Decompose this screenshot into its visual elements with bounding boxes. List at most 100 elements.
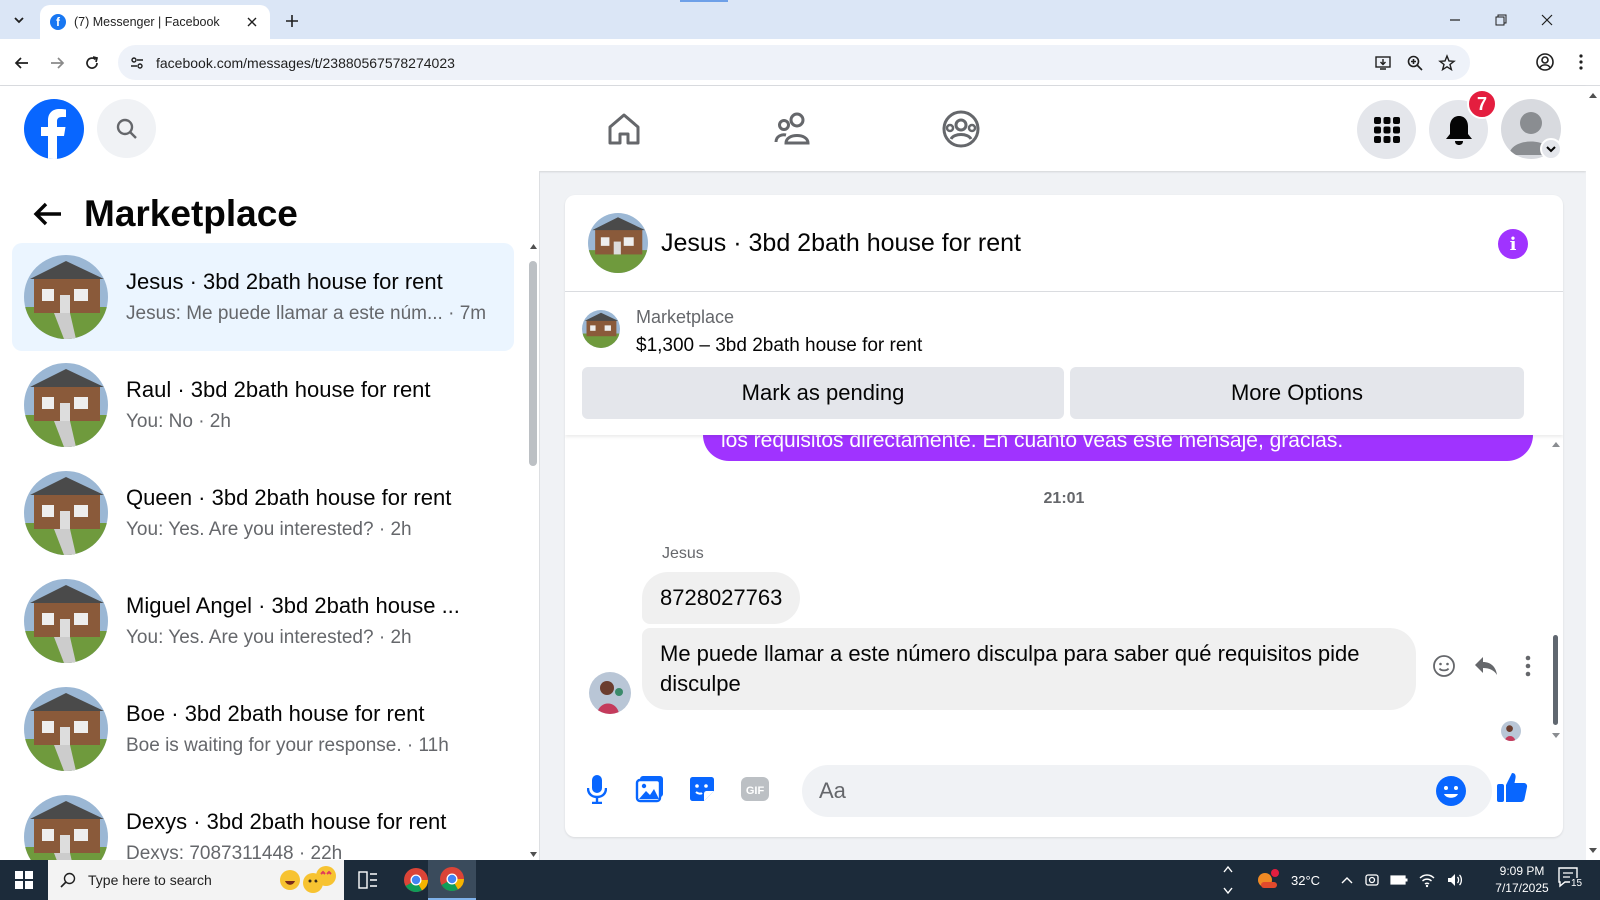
received-message-bubble[interactable]: 8728027763 bbox=[642, 572, 801, 624]
conversation-preview: You: No bbox=[126, 411, 193, 432]
zoom-icon[interactable] bbox=[1404, 52, 1426, 74]
windows-taskbar: Type here to search 32°C 9:09 PM 7/17/20… bbox=[0, 860, 1600, 900]
clock-time: 9:09 PM bbox=[1499, 864, 1545, 878]
conversation-item[interactable]: Dexys · 3bd 2bath house for rent Dexys: … bbox=[12, 783, 514, 860]
received-message-bubble[interactable]: Me puede llamar a este número disculpa p… bbox=[642, 628, 1416, 710]
menu-grid-button[interactable] bbox=[1357, 100, 1416, 159]
reload-button[interactable] bbox=[79, 50, 105, 76]
conversation-name: Boe · 3bd 2bath house for rent bbox=[126, 701, 425, 726]
reply-icon[interactable] bbox=[1473, 653, 1499, 679]
groups-icon[interactable] bbox=[937, 105, 985, 153]
emoji-picker-icon[interactable] bbox=[1435, 775, 1467, 807]
weather-widget[interactable]: 32°C bbox=[1255, 860, 1320, 900]
tab-title: (7) Messenger | Facebook bbox=[74, 15, 220, 29]
battery-icon[interactable] bbox=[1390, 873, 1408, 887]
house-listing-thumbnail bbox=[24, 363, 108, 447]
facebook-search-button[interactable] bbox=[97, 99, 156, 158]
sender-avatar[interactable] bbox=[589, 672, 631, 714]
conversation-info-icon[interactable]: i bbox=[1498, 229, 1528, 259]
back-button[interactable] bbox=[9, 50, 35, 76]
conversation-item[interactable]: Raul · 3bd 2bath house for rent You: No … bbox=[12, 351, 514, 459]
forward-button[interactable] bbox=[44, 50, 70, 76]
show-hidden-icons-icon[interactable] bbox=[1340, 873, 1354, 887]
new-tab-button[interactable] bbox=[280, 9, 304, 33]
search-icon bbox=[60, 872, 76, 888]
address-bar[interactable]: facebook.com/messages/t/2388056757827402… bbox=[118, 45, 1470, 80]
house-listing-thumbnail bbox=[24, 255, 108, 339]
conversation-item[interactable]: Jesus · 3bd 2bath house for rent Jesus: … bbox=[12, 243, 514, 351]
more-actions-icon[interactable] bbox=[1515, 653, 1541, 679]
back-arrow-icon[interactable] bbox=[28, 194, 68, 234]
gif-icon[interactable]: GIF bbox=[738, 772, 772, 806]
sent-message-bubble[interactable]: los requisitos directamente. En cuanto v… bbox=[703, 435, 1533, 461]
bookmark-star-icon[interactable] bbox=[1436, 52, 1458, 74]
taskbar-overflow-arrows-icon[interactable] bbox=[1222, 862, 1234, 898]
home-icon[interactable] bbox=[600, 105, 648, 153]
site-info-icon[interactable] bbox=[124, 50, 150, 76]
chat-header: Jesus · 3bd 2bath house for rent i bbox=[565, 195, 1563, 292]
chat-title[interactable]: Jesus · 3bd 2bath house for rent bbox=[661, 229, 1021, 258]
sticker-icon[interactable] bbox=[685, 772, 719, 806]
conversation-preview: Jesus: Me puede llamar a este núm... bbox=[126, 303, 443, 324]
house-listing-thumbnail bbox=[24, 687, 108, 771]
conversation-name: Miguel Angel · 3bd 2bath house ... bbox=[126, 593, 460, 618]
notification-center-count: 15 bbox=[1570, 878, 1584, 889]
message-composer: GIF bbox=[565, 745, 1563, 837]
clock-date: 7/17/2025 bbox=[1495, 881, 1549, 895]
thumbs-up-like-icon[interactable] bbox=[1495, 770, 1529, 804]
conversation-preview: Dexys: 7087311448 bbox=[126, 843, 294, 860]
sidebar-scrollbar-thumb[interactable] bbox=[529, 261, 537, 466]
tab-search-button[interactable] bbox=[6, 8, 32, 32]
taskbar-search-box[interactable]: Type here to search bbox=[48, 860, 344, 900]
listing-thumbnail[interactable] bbox=[582, 310, 620, 348]
url-text[interactable]: facebook.com/messages/t/2388056757827402… bbox=[156, 55, 1372, 71]
thread-scrollbar[interactable] bbox=[1550, 435, 1562, 745]
conversation-time: · 11h bbox=[406, 735, 449, 756]
browser-tab-bar: f (7) Messenger | Facebook bbox=[0, 0, 1600, 39]
close-tab-icon[interactable] bbox=[244, 14, 260, 30]
browser-toolbar: facebook.com/messages/t/2388056757827402… bbox=[0, 39, 1600, 86]
page-scrollbar[interactable] bbox=[1586, 86, 1600, 860]
wifi-icon[interactable] bbox=[1418, 872, 1436, 888]
seen-indicator-avatar bbox=[1501, 721, 1521, 741]
chat-house-thumbnail[interactable] bbox=[588, 213, 648, 273]
house-listing-thumbnail bbox=[24, 579, 108, 663]
conversation-name: Jesus · 3bd 2bath house for rent bbox=[126, 269, 443, 294]
message-actions bbox=[1431, 653, 1541, 679]
facebook-top-nav: 7 bbox=[0, 86, 1586, 171]
action-center-button[interactable]: 15 bbox=[1557, 866, 1587, 894]
react-emoji-icon[interactable] bbox=[1431, 653, 1457, 679]
conversation-time: · 2h bbox=[198, 411, 231, 432]
svg-text:GIF: GIF bbox=[746, 785, 765, 797]
taskbar-search-placeholder: Type here to search bbox=[88, 872, 212, 888]
message-input[interactable] bbox=[802, 765, 1492, 817]
sidebar-title: Marketplace bbox=[84, 193, 298, 234]
profile-icon[interactable] bbox=[1534, 51, 1556, 73]
friends-icon[interactable] bbox=[769, 105, 817, 153]
close-window-button[interactable] bbox=[1524, 0, 1570, 39]
house-listing-thumbnail bbox=[24, 795, 108, 860]
conversation-item[interactable]: Miguel Angel · 3bd 2bath house ... You: … bbox=[12, 567, 514, 675]
meet-now-icon[interactable] bbox=[1364, 872, 1380, 888]
conversation-time: · 2h bbox=[378, 627, 412, 648]
task-view-icon[interactable] bbox=[344, 860, 392, 900]
restore-window-button[interactable] bbox=[1478, 0, 1524, 39]
install-app-icon[interactable] bbox=[1372, 52, 1394, 74]
conversation-item[interactable]: Boe · 3bd 2bath house for rent Boe is wa… bbox=[12, 675, 514, 783]
browser-menu-icon[interactable] bbox=[1570, 51, 1592, 73]
windows-start-icon[interactable] bbox=[0, 860, 48, 900]
conversation-time: · 2h bbox=[378, 519, 412, 540]
more-options-button[interactable]: More Options bbox=[1070, 367, 1524, 419]
chrome-profile-taskbar-icon[interactable] bbox=[428, 860, 476, 900]
minimize-window-button[interactable] bbox=[1432, 0, 1478, 39]
volume-icon[interactable] bbox=[1446, 872, 1464, 888]
microphone-icon[interactable] bbox=[580, 772, 614, 806]
taskbar-clock[interactable]: 9:09 PM 7/17/2025 bbox=[1482, 863, 1562, 897]
facebook-logo-icon[interactable] bbox=[24, 99, 84, 159]
photo-attach-icon[interactable] bbox=[633, 772, 667, 806]
account-chevron-down-icon[interactable] bbox=[1540, 138, 1562, 160]
conversation-item[interactable]: Queen · 3bd 2bath house for rent You: Ye… bbox=[12, 459, 514, 567]
mark-as-pending-button[interactable]: Mark as pending bbox=[582, 367, 1064, 419]
browser-tab[interactable]: f (7) Messenger | Facebook bbox=[40, 5, 270, 39]
listing-price-title[interactable]: $1,300 – 3bd 2bath house for rent bbox=[636, 335, 922, 357]
